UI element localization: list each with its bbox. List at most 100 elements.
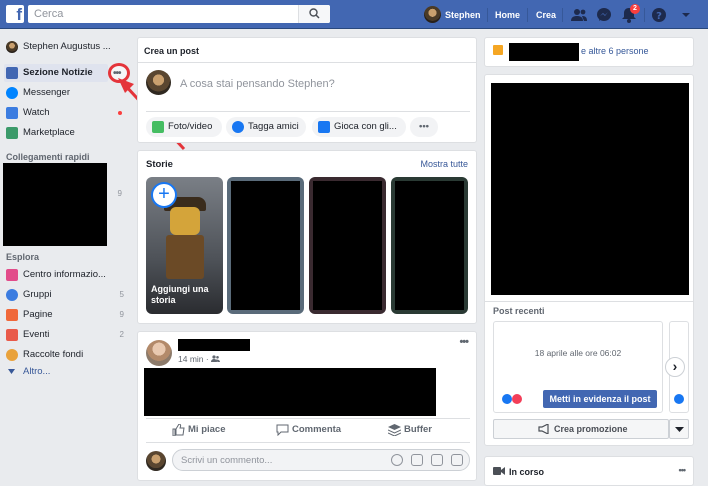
sidebar-item-label: Centro informazio... (23, 269, 106, 280)
sidebar-item-label: Gruppi (23, 289, 52, 300)
add-story-card[interactable]: + Aggiungi una storia (146, 177, 223, 314)
help-icon[interactable]: ? (650, 6, 668, 24)
sidebar-item-news-feed[interactable]: Sezione Notizie (4, 64, 108, 82)
buffer-label: Buffer (404, 424, 432, 435)
sidebar-item-label: Marketplace (23, 127, 75, 138)
play-games-button[interactable]: Gioca con gli... (312, 117, 406, 137)
live-options-button[interactable]: ••• (679, 465, 687, 475)
divider (138, 62, 476, 63)
sidebar-item-pages[interactable]: Pagine 9 (4, 306, 128, 324)
home-link[interactable]: Home (495, 6, 520, 24)
shortcuts-count: 9 (117, 189, 122, 198)
like-label: Mi piace (188, 424, 226, 435)
messenger-icon[interactable] (595, 6, 613, 24)
create-promotion-button[interactable]: Crea promozione (493, 419, 669, 439)
gif-icon[interactable] (431, 454, 443, 466)
sidebar-item-fundraisers[interactable]: Raccolte fondi (4, 346, 128, 364)
comment-input[interactable] (181, 452, 381, 468)
sidebar-item-marketplace[interactable]: Marketplace (4, 124, 128, 142)
buffer-button[interactable]: Buffer (388, 421, 448, 439)
birthdays-panel: e altre 6 persone (484, 37, 694, 67)
recent-posts-heading: Post recenti (493, 306, 545, 316)
recent-post-card[interactable]: 18 aprile alle ore 06:02 Metti in eviden… (493, 321, 663, 413)
live-panel: In corso ••• (484, 456, 694, 486)
facebook-logo[interactable]: f (6, 5, 24, 23)
profile-shortcut[interactable]: Stephen Augustus ... (4, 38, 128, 56)
comment-button[interactable]: Commenta (276, 421, 356, 439)
emoji-icon[interactable] (391, 454, 403, 466)
sidebar-item-info-center[interactable]: Centro informazio... (4, 266, 128, 284)
status-input[interactable] (180, 75, 470, 93)
recent-post-date: 18 aprile alle ore 06:02 (534, 348, 622, 358)
groups-icon (6, 289, 18, 301)
sidebar-see-more[interactable]: Altro... (4, 363, 128, 381)
like-button[interactable]: Mi piace (172, 421, 242, 439)
sidebar-item-messenger[interactable]: Messenger (4, 84, 128, 102)
avatar (146, 451, 166, 471)
add-story-label: Aggiungi una storia (151, 284, 209, 305)
avatar (424, 6, 441, 23)
ellipsis-icon: ••• (419, 121, 429, 132)
camera-icon[interactable] (411, 454, 423, 466)
comment-icon (276, 424, 289, 436)
comment-label: Commenta (292, 424, 342, 435)
avatar[interactable] (146, 340, 172, 366)
news-feed-icon (6, 67, 18, 79)
promotion-dropdown-button[interactable] (669, 419, 689, 439)
feed-post: 14 min · ••• Mi piace Commenta Buffer (137, 331, 477, 481)
birthday-others-link[interactable]: e altre 6 persone (581, 46, 649, 56)
plus-icon: + (151, 182, 177, 208)
composer-title: Crea un post (144, 46, 200, 56)
thumbs-up-icon (172, 424, 185, 436)
story-card[interactable] (391, 177, 468, 314)
explore-heading: Esplora (6, 252, 40, 262)
photo-icon (152, 121, 164, 133)
photo-video-button[interactable]: Foto/video (146, 117, 222, 137)
tag-icon (232, 121, 244, 133)
calendar-icon (6, 329, 18, 341)
post-composer: Crea un post Foto/video Tagga amici Gioc… (137, 37, 477, 143)
friends-audience-icon (211, 355, 221, 362)
chevron-down-icon[interactable] (677, 6, 695, 24)
redacted-page-preview (491, 83, 689, 295)
divider (644, 8, 645, 22)
story-card[interactable] (309, 177, 386, 314)
new-content-dot (118, 111, 122, 115)
stories-heading: Storie (146, 159, 173, 170)
video-icon (493, 467, 505, 475)
next-arrow-button[interactable]: › (665, 357, 685, 377)
sidebar-item-label: Pagine (23, 309, 53, 320)
sidebar-item-watch[interactable]: Watch (4, 104, 128, 122)
sidebar-item-label: Sezione Notizie (23, 67, 93, 78)
divider (146, 111, 470, 112)
search-input[interactable] (28, 5, 296, 23)
sidebar-item-events[interactable]: Eventi 2 (4, 326, 128, 344)
create-link[interactable]: Crea (536, 6, 556, 24)
post-options-button[interactable]: ••• (459, 336, 469, 348)
marketplace-icon (6, 127, 18, 139)
show-all-stories-link[interactable]: Mostra tutte (420, 159, 468, 169)
boost-post-button[interactable]: Metti in evidenza il post (543, 390, 657, 408)
gift-icon (493, 45, 503, 55)
divider (562, 8, 563, 22)
watch-icon (6, 107, 18, 119)
avatar (6, 41, 18, 53)
photo-video-label: Foto/video (168, 121, 213, 132)
sticker-icon[interactable] (451, 454, 463, 466)
sidebar-item-label: Raccolte fondi (23, 349, 84, 360)
search-button[interactable] (298, 5, 330, 23)
user-name: Stephen (445, 10, 481, 20)
sidebar-item-groups[interactable]: Gruppi 5 (4, 286, 128, 304)
post-timestamp[interactable]: 14 min · (178, 354, 221, 364)
top-bar: f Stephen Home Crea 2 ? (0, 0, 708, 29)
profile-name: Stephen Augustus ... (23, 41, 111, 52)
shield-icon (6, 269, 18, 281)
tag-friends-button[interactable]: Tagga amici (226, 117, 306, 137)
more-composer-options[interactable]: ••• (410, 117, 438, 137)
friend-requests-icon[interactable] (570, 6, 588, 24)
redacted-story (313, 181, 382, 310)
avatar (146, 70, 171, 95)
sidebar-item-label: Messenger (23, 87, 70, 98)
story-card[interactable] (227, 177, 304, 314)
sidebar-item-label: Watch (23, 107, 50, 118)
